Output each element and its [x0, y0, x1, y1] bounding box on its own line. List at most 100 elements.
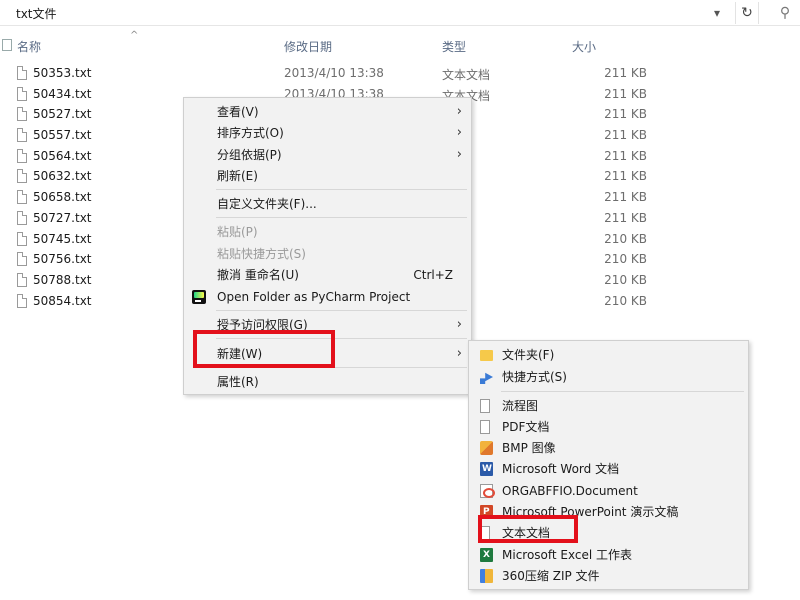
text-file-icon: [17, 107, 27, 122]
file-name: 50564.txt: [33, 148, 92, 163]
file-name: 50353.txt: [33, 66, 92, 80]
file-size: 211 KB: [604, 86, 647, 101]
file-name: 50527.txt: [33, 107, 92, 122]
menu-item-sort[interactable]: 排序方式(O) ›: [184, 123, 471, 143]
menu-item-group[interactable]: 分组依据(P) ›: [184, 145, 471, 165]
menu-label: 刷新(E): [217, 169, 258, 183]
text-file-icon: [17, 128, 27, 143]
submenu-item-orga[interactable]: ORGABFFIO.Document: [469, 481, 748, 502]
document-icon: [480, 399, 490, 413]
menu-item-pycharm[interactable]: Open Folder as PyCharm Project: [184, 287, 471, 307]
text-file-icon: [17, 190, 27, 205]
submenu-label: ORGABFFIO.Document: [502, 484, 638, 498]
text-file-icon: [17, 231, 27, 246]
column-type[interactable]: 类型: [442, 38, 466, 55]
submenu-label: PDF文档: [502, 420, 550, 434]
document-icon: [480, 420, 490, 434]
file-row[interactable]: 50353.txt 2013/4/10 13:38 文本文档 211 KB: [0, 64, 800, 85]
chevron-right-icon: ›: [456, 317, 462, 332]
text-file-icon: [17, 169, 27, 184]
menu-item-refresh[interactable]: 刷新(E): [184, 166, 471, 186]
shortcut-text: Ctrl+Z: [413, 268, 453, 282]
menu-item-customize[interactable]: 自定义文件夹(F)...: [184, 194, 471, 214]
zip-icon: [480, 569, 493, 583]
submenu-label: BMP 图像: [502, 441, 556, 455]
menu-label: 分组依据(P): [217, 148, 282, 162]
menu-label: 属性(R): [217, 375, 259, 389]
text-file-icon: [17, 210, 27, 225]
column-date[interactable]: 修改日期: [284, 38, 332, 55]
text-file-icon: [17, 293, 27, 308]
chevron-right-icon: ›: [456, 147, 462, 162]
submenu-label: 快捷方式(S): [502, 370, 567, 384]
word-icon: [480, 459, 493, 480]
menu-label: 粘贴(P): [217, 225, 258, 239]
menu-label: 自定义文件夹(F)...: [217, 197, 317, 211]
menu-label: 排序方式(O): [217, 126, 284, 140]
submenu-item-zip[interactable]: 360压缩 ZIP 文件: [469, 566, 748, 587]
address-path[interactable]: txt文件: [16, 5, 57, 22]
address-bar: txt文件 ▾ ↻ ⚲: [0, 0, 800, 26]
file-name: 50434.txt: [33, 86, 92, 101]
file-date: 2013/4/10 13:38: [284, 66, 384, 80]
submenu-label: Microsoft Excel 工作表: [502, 548, 633, 562]
search-icon[interactable]: ⚲: [770, 2, 800, 24]
file-name: 50745.txt: [33, 231, 92, 246]
pycharm-icon: [192, 290, 206, 304]
column-headers: ^ 名称 修改日期 类型 大小: [0, 30, 800, 56]
file-name: 50727.txt: [33, 210, 92, 225]
submenu-item-pdf[interactable]: PDF文档: [469, 417, 748, 438]
text-file-icon: [17, 252, 27, 267]
submenu-item-excel[interactable]: Microsoft Excel 工作表: [469, 545, 748, 566]
shortcut-icon: [480, 372, 493, 384]
menu-label: Open Folder as PyCharm Project: [217, 290, 411, 304]
chevron-down-icon[interactable]: ▾: [707, 3, 727, 23]
file-size: 210 KB: [604, 231, 647, 246]
file-size: 211 KB: [604, 169, 647, 184]
menu-item-paste: 粘贴(P): [184, 222, 471, 242]
menu-separator: [216, 189, 467, 190]
submenu-item-word[interactable]: Microsoft Word 文档: [469, 459, 748, 480]
file-size: 211 KB: [604, 148, 647, 163]
menu-item-view[interactable]: 查看(V) ›: [184, 102, 471, 122]
submenu-label: 360压缩 ZIP 文件: [502, 569, 600, 583]
text-file-icon: [17, 66, 27, 80]
orga-document-icon: [480, 484, 495, 498]
menu-separator: [501, 391, 744, 392]
menu-item-undo[interactable]: 撤消 重命名(U) Ctrl+Z: [184, 265, 471, 285]
file-size: 211 KB: [604, 128, 647, 143]
submenu-item-bmp[interactable]: BMP 图像: [469, 438, 748, 459]
submenu-item-flowchart[interactable]: 流程图: [469, 396, 748, 417]
menu-item-properties[interactable]: 属性(R): [184, 372, 471, 392]
sort-caret-icon: ^: [130, 30, 139, 41]
menu-label: 查看(V): [217, 105, 259, 119]
chevron-right-icon: ›: [456, 346, 462, 361]
highlight-new: [193, 330, 335, 368]
file-name: 50756.txt: [33, 252, 92, 267]
submenu-item-folder[interactable]: 文件夹(F): [469, 345, 748, 366]
chevron-right-icon: ›: [456, 104, 462, 119]
file-size: 211 KB: [604, 190, 647, 205]
file-type: 文本文档: [442, 68, 491, 82]
menu-item-paste-shortcut: 粘贴快捷方式(S): [184, 244, 471, 264]
file-name: 50788.txt: [33, 272, 92, 287]
submenu-label: 流程图: [502, 399, 539, 413]
menu-label: 撤消 重命名(U): [217, 268, 299, 282]
file-size: 211 KB: [604, 107, 647, 122]
image-icon: [480, 441, 493, 455]
submenu-label: Microsoft Word 文档: [502, 462, 620, 476]
text-file-icon: [17, 86, 27, 101]
file-name: 50632.txt: [33, 169, 92, 184]
highlight-text-document: [478, 515, 578, 543]
file-size: 210 KB: [604, 293, 647, 308]
menu-separator: [216, 310, 467, 311]
column-name[interactable]: 名称: [17, 38, 41, 55]
folder-icon: [480, 350, 493, 361]
file-name: 50557.txt: [33, 128, 92, 143]
refresh-icon[interactable]: ↻: [735, 2, 759, 24]
file-name: 50658.txt: [33, 190, 92, 205]
select-all-checkbox[interactable]: [2, 39, 12, 51]
column-size[interactable]: 大小: [572, 38, 596, 55]
submenu-item-shortcut[interactable]: 快捷方式(S): [469, 367, 748, 388]
submenu-label: 文件夹(F): [502, 348, 555, 362]
